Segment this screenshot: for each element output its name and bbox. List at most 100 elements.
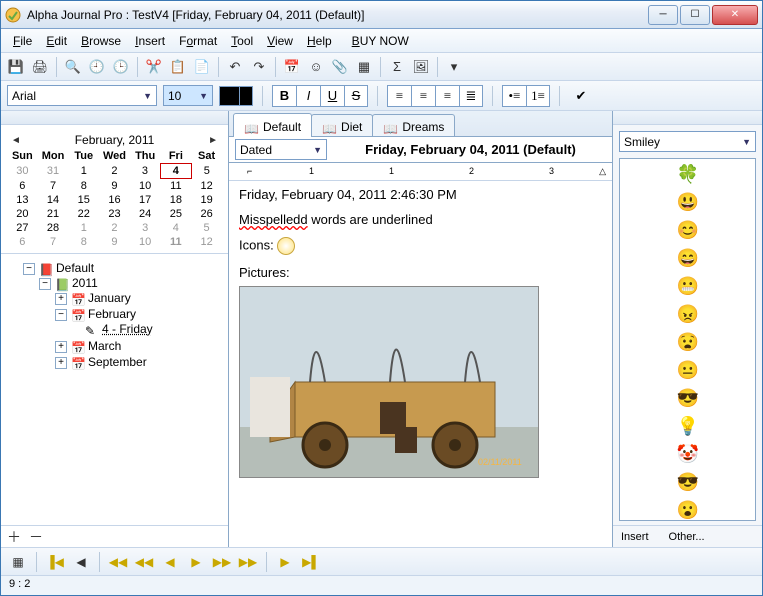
- smiley-item[interactable]: 😮: [677, 499, 699, 521]
- number-list-button[interactable]: 1≡: [526, 85, 550, 107]
- align-left-button[interactable]: ≡: [387, 85, 411, 107]
- close-button[interactable]: ✕: [712, 5, 758, 25]
- calendar-day[interactable]: 6: [7, 179, 38, 194]
- insert-smiley-icon[interactable]: ☺: [305, 56, 327, 78]
- nav-back-icon[interactable]: ◀◀: [133, 552, 155, 572]
- smiley-category-combo[interactable]: Smiley▼: [619, 131, 756, 152]
- tab-diet[interactable]: 📖Diet: [311, 114, 373, 136]
- calendar-day[interactable]: 14: [38, 193, 69, 207]
- calendar[interactable]: ◄ February, 2011 ► SunMonTueWedThuFriSat…: [1, 125, 228, 253]
- calendar-day[interactable]: 12: [191, 235, 222, 249]
- calendar-day[interactable]: 3: [130, 221, 161, 235]
- calendar-day[interactable]: 9: [99, 179, 130, 194]
- calendar-day[interactable]: 1: [68, 221, 99, 235]
- tree-selected-entry[interactable]: 4 - Friday: [102, 322, 153, 336]
- insert-date-icon[interactable]: 📅: [281, 56, 303, 78]
- italic-button[interactable]: I: [296, 85, 320, 107]
- menu-format[interactable]: Format: [173, 32, 223, 50]
- calendar-grid[interactable]: SunMonTueWedThuFriSat 303112345678910111…: [7, 149, 222, 249]
- clock-icon[interactable]: 🕒: [110, 56, 132, 78]
- calendar-day[interactable]: 10: [130, 235, 161, 249]
- nav-rewind-icon[interactable]: ◀◀: [107, 552, 129, 572]
- calendar-day[interactable]: 1: [68, 164, 99, 179]
- cal-next-icon[interactable]: ►: [208, 135, 218, 146]
- calendar-day[interactable]: 30: [7, 164, 38, 179]
- calendar-day[interactable]: 25: [161, 207, 192, 221]
- smiley-item[interactable]: 😠: [677, 303, 699, 325]
- font-name-combo[interactable]: Arial▼: [7, 85, 157, 106]
- tree-remove-button[interactable]: －: [29, 527, 43, 547]
- calendar-day[interactable]: 23: [99, 207, 130, 221]
- expand-icon[interactable]: −: [23, 263, 35, 275]
- align-justify-button[interactable]: ≣: [459, 85, 483, 107]
- calendar-day[interactable]: 18: [161, 193, 192, 207]
- smiley-item[interactable]: 😊: [677, 219, 699, 241]
- calendar-day[interactable]: 2: [99, 164, 130, 179]
- menu-file[interactable]: File: [7, 32, 38, 50]
- paste-icon[interactable]: 📄: [191, 56, 213, 78]
- menu-browse[interactable]: Browse: [75, 32, 127, 50]
- overflow-icon[interactable]: ▾: [443, 56, 465, 78]
- smiley-item[interactable]: 😎: [677, 471, 699, 493]
- nav-first-icon[interactable]: ▐◀: [44, 552, 66, 572]
- tree-add-button[interactable]: ＋: [7, 527, 21, 547]
- menu-tool[interactable]: Tool: [225, 32, 259, 50]
- smiley-item[interactable]: 😎: [677, 387, 699, 409]
- entry-tree[interactable]: −📕Default −📗2011 +📅January −📅February ✎4…: [1, 253, 228, 525]
- calendar-day[interactable]: 24: [130, 207, 161, 221]
- sum-icon[interactable]: Σ: [386, 56, 408, 78]
- insert-table-icon[interactable]: ▦: [353, 56, 375, 78]
- bullet-list-button[interactable]: •≡: [502, 85, 526, 107]
- calendar-day[interactable]: 10: [130, 179, 161, 194]
- align-center-button[interactable]: ≡: [411, 85, 435, 107]
- calendar-day[interactable]: 4: [161, 164, 192, 179]
- expand-icon[interactable]: +: [55, 341, 67, 353]
- calendar-day[interactable]: 6: [7, 235, 38, 249]
- menu-insert[interactable]: Insert: [129, 32, 171, 50]
- calendar-day[interactable]: 21: [38, 207, 69, 221]
- minimize-button[interactable]: ─: [648, 5, 678, 25]
- calendar-day[interactable]: 8: [68, 235, 99, 249]
- picture-icon[interactable]: 🖼: [410, 56, 432, 78]
- menu-help[interactable]: Help: [301, 32, 338, 50]
- expand-icon[interactable]: −: [55, 309, 67, 321]
- smiley-other-button[interactable]: Other...: [669, 531, 705, 543]
- calendar-day[interactable]: 11: [161, 235, 192, 249]
- print-icon[interactable]: 🖨: [29, 56, 51, 78]
- calendar-day[interactable]: 15: [68, 193, 99, 207]
- nav-fwd-icon[interactable]: ▶▶: [211, 552, 233, 572]
- calendar-day[interactable]: 3: [130, 164, 161, 179]
- smiley-item[interactable]: 😧: [677, 331, 699, 353]
- tab-default[interactable]: 📖Default: [233, 113, 312, 137]
- expand-icon[interactable]: −: [39, 278, 51, 290]
- menu-edit[interactable]: Edit: [40, 32, 73, 50]
- calendar-day[interactable]: 17: [130, 193, 161, 207]
- nav-play-icon[interactable]: ▶: [274, 552, 296, 572]
- nav-step-fwd-icon[interactable]: ▶: [185, 552, 207, 572]
- nav-step-back-icon[interactable]: ◀: [159, 552, 181, 572]
- history-icon[interactable]: 🕘: [86, 56, 108, 78]
- calendar-day[interactable]: 7: [38, 235, 69, 249]
- menu-view[interactable]: View: [261, 32, 299, 50]
- menu-buy-now[interactable]: BUY NOW: [346, 32, 415, 50]
- insert-object-icon[interactable]: 📎: [329, 56, 351, 78]
- smiley-insert-button[interactable]: Insert: [621, 531, 649, 543]
- redo-icon[interactable]: ↷: [248, 56, 270, 78]
- spellcheck-button[interactable]: ✔: [569, 85, 593, 107]
- calendar-day[interactable]: 8: [68, 179, 99, 194]
- calendar-day[interactable]: 27: [7, 221, 38, 235]
- calendar-day[interactable]: 22: [68, 207, 99, 221]
- font-color-swatch[interactable]: [219, 86, 253, 106]
- smiley-item[interactable]: 🤡: [677, 443, 699, 465]
- calendar-day[interactable]: 16: [99, 193, 130, 207]
- grid-view-icon[interactable]: ▦: [7, 552, 29, 572]
- find-icon[interactable]: 🔍: [62, 56, 84, 78]
- nav-prev-icon[interactable]: ◀: [70, 552, 92, 572]
- smiley-item[interactable]: 😃: [677, 191, 699, 213]
- calendar-day[interactable]: 5: [191, 221, 222, 235]
- tab-dreams[interactable]: 📖Dreams: [372, 114, 455, 136]
- smiley-item[interactable]: 🍀: [677, 163, 699, 185]
- calendar-day[interactable]: 28: [38, 221, 69, 235]
- smiley-item[interactable]: 😬: [677, 275, 699, 297]
- calendar-day[interactable]: 11: [161, 179, 192, 194]
